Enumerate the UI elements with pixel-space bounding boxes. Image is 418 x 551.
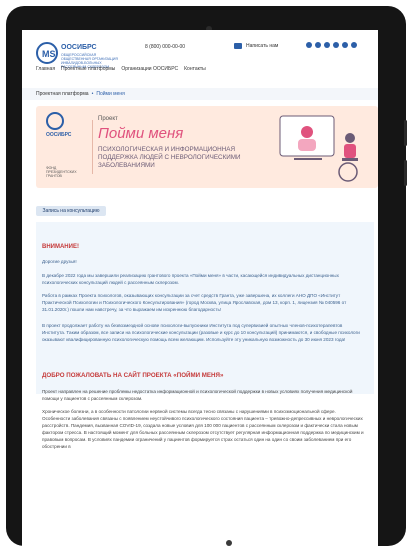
write-us-link[interactable]: Написать нам — [234, 43, 278, 49]
welcome-paragraph: Проект направлен на решение проблемы нед… — [42, 389, 353, 401]
mail-icon — [234, 43, 242, 49]
welcome-heading: ДОБРО ПОЖАЛОВАТЬ НА САЙТ ПРОЕКТА «ПОЙМИ … — [42, 372, 224, 379]
nav-item-contacts[interactable]: Контакты — [184, 66, 206, 72]
site-header: MS ООСИБРС ОБЩЕРОССИЙСКАЯ ОБЩЕСТВЕННАЯ О… — [22, 30, 378, 92]
consultation-button[interactable]: Запись на консультацию — [36, 206, 106, 216]
home-indicator — [226, 540, 232, 546]
logo-mark-icon: MS — [36, 42, 58, 64]
mail-icon[interactable] — [351, 42, 357, 48]
browser-screen: MS ООСИБРС ОБЩЕРОССИЙСКАЯ ОБЩЕСТВЕННАЯ О… — [22, 30, 378, 551]
banner-logo-icon — [46, 112, 64, 130]
banner-logo-text: ООСИБРС — [46, 132, 72, 138]
breadcrumb: Проектная платформа • Пойми меня — [36, 91, 125, 97]
logo-name: ООСИБРС — [61, 44, 97, 51]
telegram-icon[interactable] — [324, 42, 330, 48]
side-button — [404, 160, 407, 186]
nav-item-home[interactable]: Главная — [36, 66, 55, 72]
banner-divider — [92, 120, 93, 174]
banner-subtitle: ПСИХОЛОГИЧЕСКАЯ И ИНФОРМАЦИОННАЯ ПОДДЕРЖ… — [98, 146, 241, 169]
project-banner: ООСИБРС Проект Пойми меня ПСИХОЛОГИЧЕСКА… — [36, 106, 378, 188]
vk-icon[interactable] — [306, 42, 312, 48]
nav-item-platforms[interactable]: Проектные платформы — [61, 66, 115, 72]
nav-item-organizations[interactable]: Организации ООСИБРС — [121, 66, 178, 72]
notice-heading: ВНИМАНИЕ! — [42, 244, 79, 250]
breadcrumb-current: Пойми меня — [96, 91, 125, 97]
youtube-icon[interactable] — [333, 42, 339, 48]
notice-greeting: Дорогие друзья! — [42, 259, 77, 264]
write-us-label: Написать нам — [246, 43, 279, 49]
banner-fond-logo: ФОНД ПРЕЗИДЕНТСКИХ ГРАНТОВ — [46, 166, 77, 178]
odnoklassniki-icon[interactable] — [342, 42, 348, 48]
notice-paragraph: Работа в рамках Проекта психологов, оказ… — [42, 293, 347, 312]
banner-logo: ООСИБРС — [46, 112, 71, 138]
video-call-illustration — [279, 115, 358, 182]
breadcrumb-root[interactable]: Проектная платформа — [36, 91, 89, 97]
banner-title: Пойми меня — [98, 125, 184, 142]
main-nav: Главная Проектные платформы Организации … — [36, 66, 206, 72]
phone-number[interactable]: 8 (800) 000-00-00 — [145, 44, 185, 50]
breadcrumb-separator: • — [91, 91, 94, 97]
notice-paragraph: В декабре 2022 года мы завершили реализа… — [42, 273, 339, 285]
welcome-paragraph: Хроническое болезни, а в особенности пат… — [42, 409, 364, 449]
ok-icon[interactable] — [315, 42, 321, 48]
notice-paragraph: В проект продолжает работу на безвозмезд… — [42, 323, 360, 342]
social-links — [306, 42, 357, 48]
side-button — [404, 120, 407, 146]
banner-project-label: Проект — [98, 116, 118, 122]
